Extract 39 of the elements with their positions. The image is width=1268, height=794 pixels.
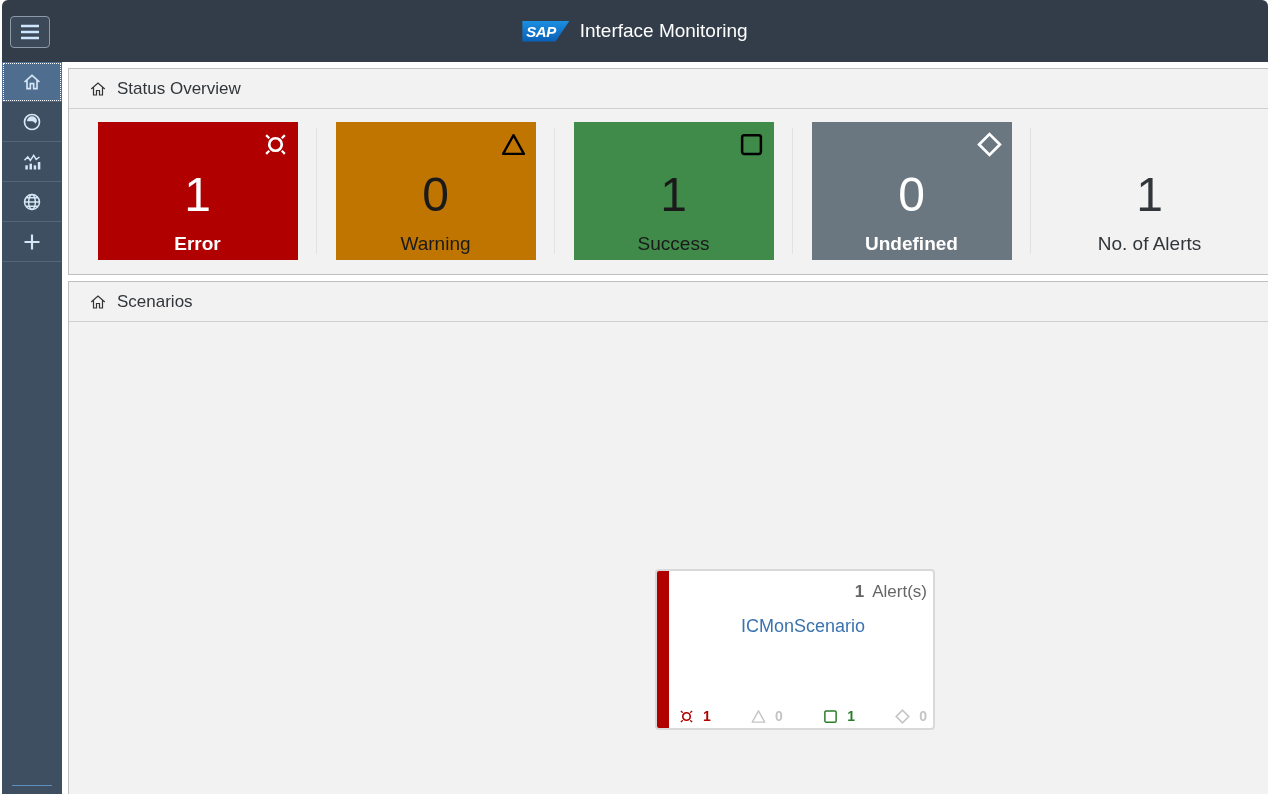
status-tile[interactable]: 1 Success xyxy=(573,122,774,260)
logo: SAP xyxy=(522,20,570,42)
status-count: 1 xyxy=(847,708,855,724)
panel-title: Scenarios xyxy=(117,291,193,312)
tile-count: 1 xyxy=(1136,171,1163,219)
error-icon xyxy=(679,708,694,724)
globe-icon xyxy=(22,191,42,212)
app-title: Interface Monitoring xyxy=(579,20,748,42)
tile-count: 1 xyxy=(184,171,211,219)
scenario-name[interactable]: ICMonScenario xyxy=(740,616,866,637)
panel-title: Status Overview xyxy=(117,78,241,99)
tile-label: Warning xyxy=(400,233,471,255)
scenario-card[interactable]: 1 Alert(s) ICMonScenario 1 0 1 0 xyxy=(655,569,935,730)
tile-label: Success xyxy=(637,233,710,255)
warning-icon xyxy=(751,708,767,724)
undefined-icon xyxy=(895,708,911,724)
tile-label: Undefined xyxy=(865,233,958,255)
tile-label: No. of Alerts xyxy=(1097,233,1202,255)
menu-button[interactable] xyxy=(10,16,50,48)
tile-label: Error xyxy=(174,233,221,255)
chart-icon xyxy=(22,151,42,172)
warning-icon xyxy=(500,132,526,157)
status-count: 0 xyxy=(775,708,783,724)
alert-label: Alert(s) xyxy=(872,582,927,601)
tile-count: 1 xyxy=(660,171,687,219)
gauge-icon xyxy=(22,111,42,132)
nav-home-button[interactable] xyxy=(2,62,62,102)
menu-icon xyxy=(20,24,40,40)
status-count: 1 xyxy=(703,708,711,724)
status-tile[interactable]: 0 Warning xyxy=(335,122,536,260)
undefined-icon xyxy=(976,132,1002,157)
tile-count: 0 xyxy=(898,171,925,219)
tile-count: 0 xyxy=(422,171,449,219)
status-count: 0 xyxy=(919,708,927,724)
status-tile[interactable]: 0 Undefined xyxy=(811,122,1012,260)
alert-count: 1 xyxy=(854,582,865,601)
success-icon xyxy=(823,708,839,724)
status-tile[interactable]: 1 Error xyxy=(97,122,298,260)
success-icon xyxy=(738,132,764,157)
